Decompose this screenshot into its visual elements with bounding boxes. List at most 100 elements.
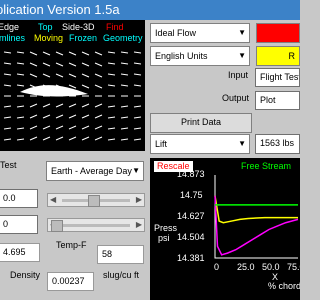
streamline-dash <box>107 84 116 87</box>
streamline-dash <box>107 127 116 130</box>
streamline-dash <box>68 51 77 56</box>
color-button-yellow[interactable]: R <box>256 46 300 66</box>
streamline-dash <box>94 103 103 108</box>
streamline-dash <box>68 125 77 130</box>
flow-view-panel[interactable]: Edge Top Side-3D Find mlines Moving Froz… <box>0 20 145 151</box>
streamline-dash <box>94 62 103 67</box>
units-select[interactable]: English Units ▼ <box>150 46 250 66</box>
streamline-dash <box>94 136 103 141</box>
streamline-dash <box>16 62 25 65</box>
streamline-dash <box>29 114 38 119</box>
streamline-dash <box>3 116 12 119</box>
density-field: 0.00237 <box>47 272 94 291</box>
streamline-dash <box>16 73 25 76</box>
slider-right-arrow-icon[interactable]: ▶ <box>136 219 142 231</box>
window-title: plication Version 1.5a <box>0 2 120 17</box>
streamline-dash <box>16 138 25 141</box>
streamline-dash <box>120 105 129 108</box>
slider-left-arrow-icon[interactable]: ◀ <box>50 194 56 206</box>
streamline-dash <box>81 125 90 130</box>
streamline-dash <box>29 136 38 141</box>
speed-field[interactable]: 0.0 <box>0 189 38 208</box>
slider-right-arrow-icon[interactable]: ▶ <box>136 194 142 206</box>
streamline-dash <box>107 116 116 119</box>
streamline-dash <box>81 84 90 89</box>
streamline-field <box>3 51 142 141</box>
print-data-button[interactable]: Print Data <box>150 113 252 133</box>
streamline-dash <box>94 125 103 130</box>
streamline-dash <box>81 114 90 119</box>
streamline-dash <box>94 84 103 89</box>
speed-slider[interactable]: ◀ ▶ <box>47 193 145 207</box>
streamline-dash <box>29 51 38 56</box>
streamline-dash <box>94 114 103 119</box>
streamline-dash <box>107 73 116 76</box>
streamline-dash <box>16 105 25 108</box>
streamline-dash <box>133 127 142 130</box>
pressure-plot-panel[interactable]: Rescale Free Stream Press psi X % chord … <box>150 158 300 300</box>
streamline-dash <box>120 73 129 76</box>
speed-slider-thumb[interactable] <box>88 195 100 207</box>
altitude-slider-thumb[interactable] <box>51 220 63 232</box>
streamline-dash <box>94 51 103 56</box>
lift-select[interactable]: Lift ▼ <box>150 134 250 154</box>
streamline-dash <box>133 73 142 76</box>
streamline-dash <box>107 62 116 65</box>
output-label: Output <box>222 93 250 103</box>
lift-value-field: 1563 lbs <box>255 134 300 154</box>
streamline-dash <box>3 127 12 130</box>
streamline-dash <box>16 51 25 54</box>
streamline-dash <box>16 116 25 119</box>
streamline-dash <box>120 116 129 119</box>
streamline-dash <box>42 125 51 130</box>
input-label: Input <box>228 70 249 80</box>
streamline-dash <box>81 62 90 67</box>
streamline-dash <box>3 105 12 108</box>
streamline-dash <box>68 103 77 108</box>
streamline-dash <box>55 136 64 141</box>
streamline-dash <box>81 136 90 141</box>
streamline-dash <box>3 62 12 65</box>
streamline-dash <box>120 62 129 65</box>
streamline-dash <box>107 51 116 54</box>
temp-field: 58 <box>97 245 144 264</box>
streamline-dash <box>94 73 103 78</box>
streamline-dash <box>120 138 129 141</box>
input-select[interactable]: Flight Test <box>255 68 300 87</box>
streamline-dash <box>107 138 116 141</box>
output-select[interactable]: Plot <box>255 91 300 110</box>
streamline-dash <box>55 103 64 108</box>
altitude-field[interactable]: 0 <box>0 215 38 234</box>
streamline-dash <box>42 73 51 78</box>
streamline-dash <box>68 114 77 119</box>
streamline-dash <box>120 51 129 54</box>
streamline-dash <box>133 105 142 108</box>
flight-test-heading: Test <box>0 160 17 170</box>
streamline-dash <box>68 73 77 78</box>
streamline-dash <box>120 127 129 130</box>
altitude-slider[interactable]: ◀ ▶ <box>47 218 145 232</box>
streamline-dash <box>68 62 77 67</box>
streamline-dash <box>3 84 12 87</box>
plot-axes <box>214 175 298 259</box>
upper-surface-line <box>214 195 298 224</box>
streamline-dash <box>3 51 12 54</box>
streamline-dash <box>42 62 51 67</box>
planet-select[interactable]: Earth - Average Day ▼ <box>46 161 144 181</box>
streamline-dash <box>81 103 90 108</box>
flow-mode-select[interactable]: Ideal Flow ▼ <box>150 23 250 43</box>
pressure-field: 4.695 <box>0 243 40 262</box>
streamline-dash <box>42 51 51 56</box>
streamline-dash <box>42 114 51 119</box>
streamline-dash <box>107 105 116 108</box>
density-units: slug/cu ft <box>103 270 140 280</box>
color-button-red[interactable] <box>256 23 300 43</box>
streamline-dash <box>133 84 142 87</box>
temp-label: Temp-F <box>56 240 87 250</box>
streamline-dash <box>3 138 12 141</box>
streamline-dash <box>81 51 90 56</box>
streamline-dash <box>81 73 90 78</box>
streamline-dash <box>29 62 38 67</box>
streamline-dash <box>55 125 64 130</box>
streamline-dash <box>42 103 51 108</box>
